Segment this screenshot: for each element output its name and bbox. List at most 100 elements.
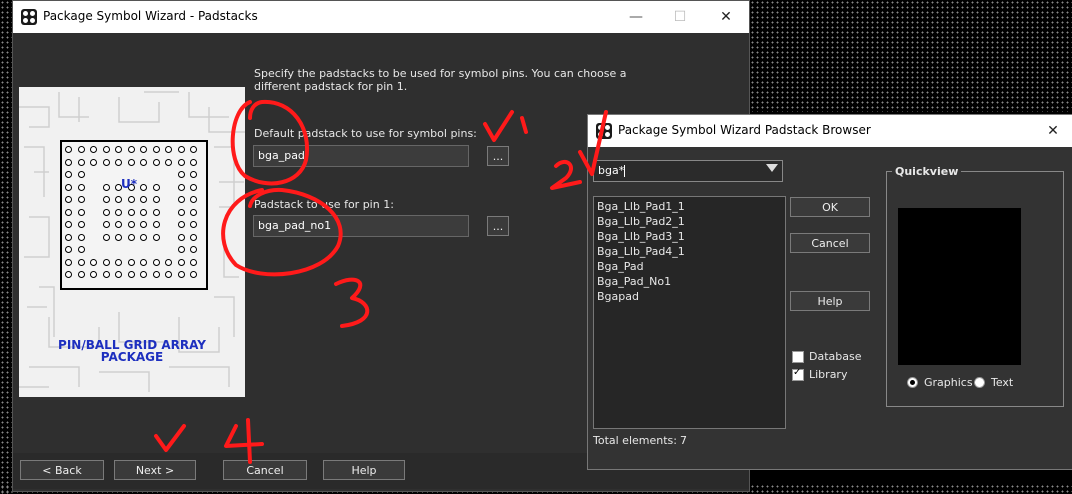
- ball-pad: [115, 221, 122, 228]
- ball-pad: [90, 158, 97, 166]
- ball-pad: [115, 196, 122, 203]
- ball-pad: [140, 258, 147, 266]
- ball-pad: [127, 233, 135, 241]
- next-button[interactable]: Next >: [114, 460, 196, 480]
- wizard-titlebar: Package Symbol Wizard - Padstacks — ☐ ✕: [13, 1, 749, 33]
- quickview-label: Quickview: [892, 165, 962, 178]
- ball-pad: [152, 221, 160, 228]
- list-item[interactable]: Bga_Pad: [594, 259, 785, 274]
- ball-pad: [190, 208, 197, 216]
- text-radio[interactable]: [974, 377, 985, 388]
- library-checkbox[interactable]: [792, 367, 804, 381]
- ball-pad: [102, 258, 110, 266]
- browser-close-icon[interactable]: ✕: [1042, 120, 1064, 142]
- ok-button[interactable]: OK: [790, 197, 870, 217]
- ball-pad: [190, 271, 197, 278]
- browser-app-icon: [596, 123, 612, 139]
- ball-pad: [102, 146, 110, 153]
- browser-cancel-button[interactable]: Cancel: [790, 233, 870, 253]
- default-padstack-field[interactable]: bga_pad: [253, 145, 469, 167]
- ball-pad: [77, 196, 85, 203]
- ball-pad: [127, 258, 135, 266]
- list-item[interactable]: Bga_Llb_Pad3_1: [594, 229, 785, 244]
- ball-pad: [77, 246, 85, 253]
- back-button[interactable]: < Back: [20, 460, 104, 480]
- ball-pad: [102, 196, 110, 203]
- dotted-background-right: [750, 0, 1072, 112]
- list-item[interactable]: Bgapad: [594, 289, 785, 304]
- library-label: Library: [809, 368, 848, 381]
- help-button[interactable]: Help: [323, 460, 405, 480]
- ball-pad: [77, 258, 85, 266]
- ball-pad: [152, 258, 160, 266]
- list-item[interactable]: Bga_Llb_Pad4_1: [594, 244, 785, 259]
- ball-pad: [140, 196, 147, 203]
- browser-title: Package Symbol Wizard Padstack Browser: [618, 123, 871, 137]
- ball-pad: [165, 158, 172, 166]
- ball-pad: [115, 146, 122, 153]
- ball-pad: [77, 221, 85, 228]
- maximize-icon[interactable]: ☐: [669, 6, 691, 28]
- ball-pad: [177, 258, 185, 266]
- ball-pad: [190, 171, 197, 178]
- total-elements-value: 7: [680, 434, 687, 447]
- text-caret: [624, 165, 626, 177]
- ball-pad: [177, 158, 185, 166]
- ball-pad: [165, 258, 172, 266]
- database-label: Database: [809, 350, 862, 363]
- ball-pad: [152, 158, 160, 166]
- ball-pad: [77, 271, 85, 278]
- pin1-padstack-browse-button[interactable]: ...: [487, 216, 509, 236]
- ball-pad: [177, 233, 185, 241]
- filter-combobox[interactable]: bga*: [593, 160, 783, 182]
- ball-pad: [65, 221, 72, 228]
- padstack-list[interactable]: Bga_Llb_Pad1_1 Bga_Llb_Pad2_1 Bga_Llb_Pad3…: [593, 196, 786, 429]
- minimize-icon[interactable]: —: [625, 6, 647, 28]
- total-elements-label: Total elements:: [593, 434, 677, 447]
- ball-pad: [115, 271, 122, 278]
- graphics-radio[interactable]: [907, 377, 918, 388]
- ball-pad: [152, 233, 160, 241]
- default-padstack-browse-button[interactable]: ...: [487, 146, 509, 166]
- ball-pad: [90, 146, 97, 153]
- ball-pad: [102, 271, 110, 278]
- ball-pad: [140, 208, 147, 216]
- ball-pad: [65, 208, 72, 216]
- ball-pad: [140, 158, 147, 166]
- ball-pad: [140, 221, 147, 228]
- ball-pad: [190, 196, 197, 203]
- ball-pad: [190, 233, 197, 241]
- close-icon[interactable]: ✕: [715, 6, 737, 28]
- ball-pad: [127, 271, 135, 278]
- ball-pad: [115, 233, 122, 241]
- ball-pad: [177, 146, 185, 153]
- pin1-padstack-label: Padstack to use for pin 1:: [254, 198, 394, 211]
- ball-pad: [177, 208, 185, 216]
- cancel-button[interactable]: Cancel: [223, 460, 307, 480]
- browser-help-button[interactable]: Help: [790, 291, 870, 311]
- ball-pad: [102, 158, 110, 166]
- ball-pad: [65, 183, 72, 191]
- ball-pad: [152, 271, 160, 278]
- ball-pad: [90, 258, 97, 266]
- browser-titlebar: Package Symbol Wizard Padstack Browser ✕: [588, 115, 1072, 147]
- ball-pad: [90, 271, 97, 278]
- graphics-label: Graphics: [924, 376, 973, 389]
- pin1-padstack-field[interactable]: bga_pad_no1: [253, 215, 469, 237]
- list-item[interactable]: Bga_Llb_Pad2_1: [594, 214, 785, 229]
- ball-pad: [127, 158, 135, 166]
- ball-pad: [190, 146, 197, 153]
- ball-pad: [177, 196, 185, 203]
- quickview-canvas: [898, 208, 1021, 365]
- ball-pad: [102, 208, 110, 216]
- list-item[interactable]: Bga_Pad_No1: [594, 274, 785, 289]
- list-item[interactable]: Bga_Llb_Pad1_1: [594, 199, 785, 214]
- ball-pad: [77, 158, 85, 166]
- text-label: Text: [991, 376, 1014, 389]
- ball-pad: [65, 158, 72, 166]
- ball-pad: [177, 246, 185, 253]
- chevron-down-icon[interactable]: [766, 164, 778, 172]
- database-checkbox[interactable]: [792, 351, 804, 363]
- ball-pad: [177, 183, 185, 191]
- filter-value: bga*: [598, 164, 625, 177]
